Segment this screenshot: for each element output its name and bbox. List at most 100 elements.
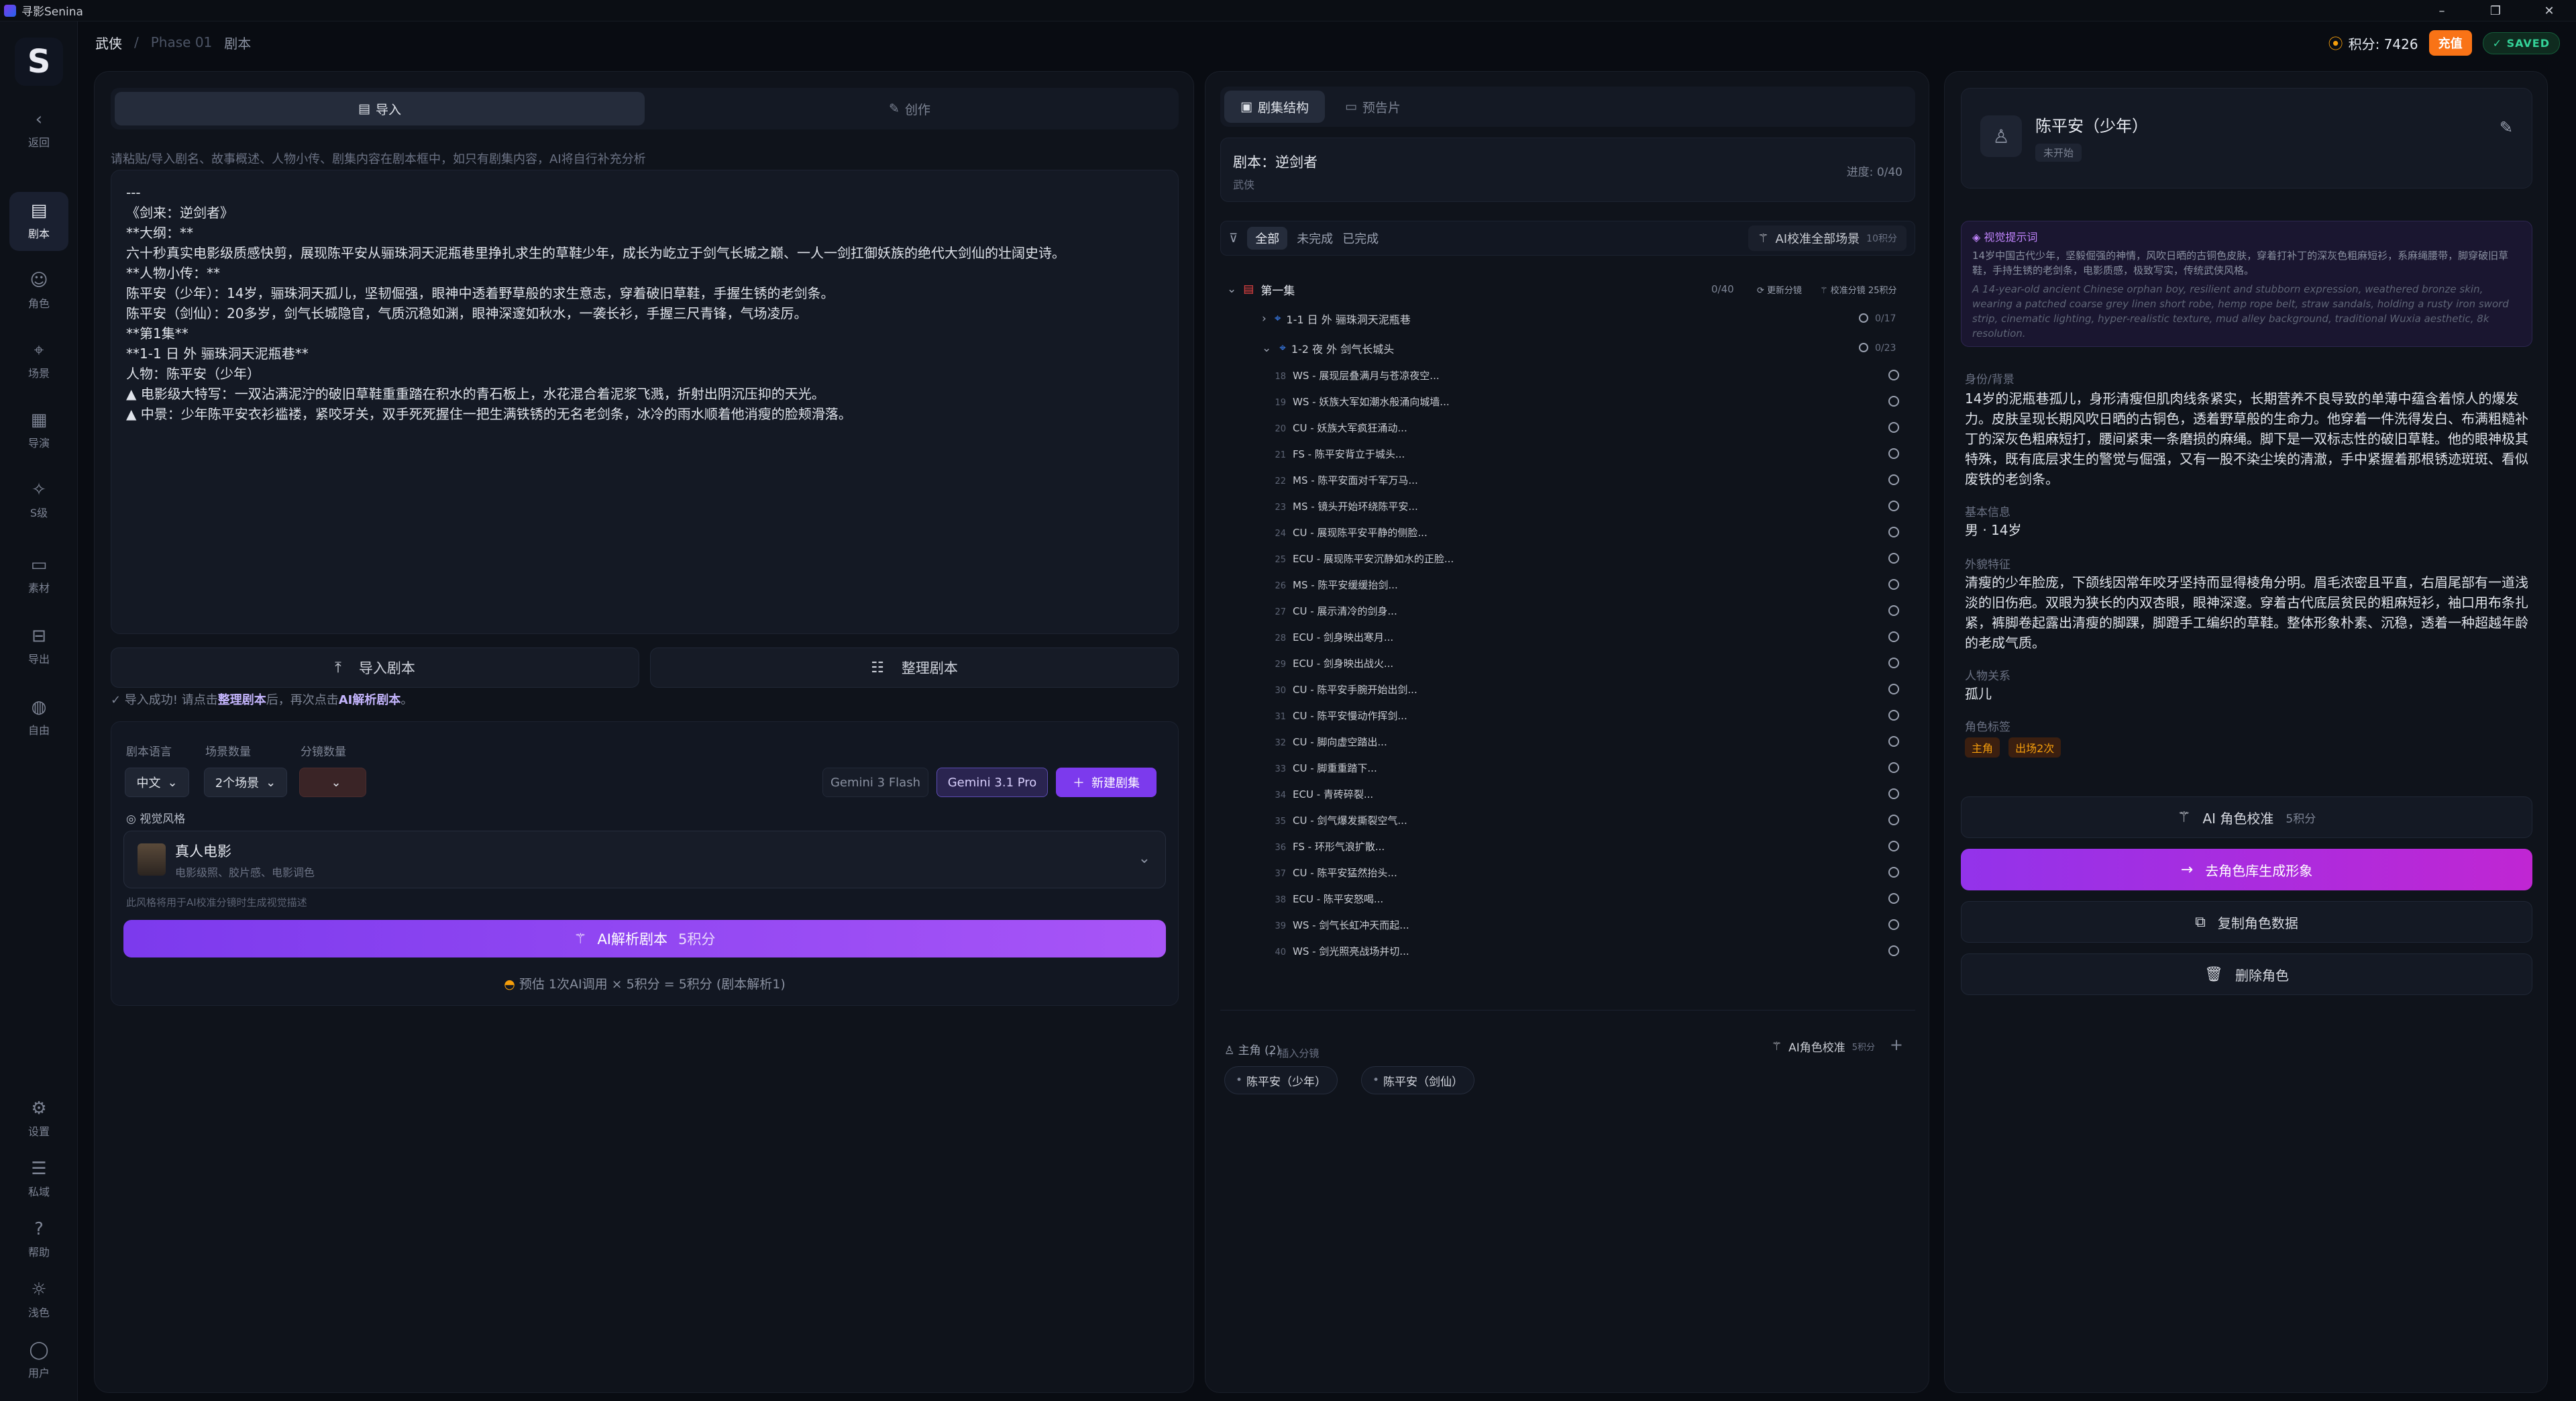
- model-gemini-flash[interactable]: Gemini 3 Flash: [822, 768, 928, 797]
- calibrate-all-scenes-button[interactable]: ⚚ AI校准全部场景 10积分: [1748, 225, 1907, 251]
- status-circle-icon[interactable]: [1888, 815, 1899, 825]
- status-circle-icon[interactable]: [1888, 422, 1899, 433]
- sidebar-item-assets[interactable]: ▭ 素材: [9, 546, 68, 605]
- shot-row[interactable]: 19 WS - 妖族大军如潮水般涌向城墙...: [1220, 391, 1915, 412]
- shot-row[interactable]: 31 CU - 陈平安慢动作挥剑...: [1220, 705, 1915, 726]
- tab-import[interactable]: ▤ 导入: [115, 92, 645, 125]
- status-circle-icon[interactable]: [1888, 501, 1899, 511]
- cast-calibrate-button[interactable]: ⚚ AI角色校准 5积分: [1772, 1038, 1875, 1055]
- magic-wand-icon: ⚚: [2177, 809, 2191, 826]
- episode-row[interactable]: ⌄ ▤ 第一集 0/40 ⟳ 更新分镜 ⚚ 校准分镜 25积分: [1220, 278, 1915, 300]
- ai-character-calibrate-button[interactable]: ⚚ AI 角色校准 5积分: [1961, 796, 2532, 838]
- copy-character-button[interactable]: ⧉ 复制角色数据: [1961, 901, 2532, 943]
- shot-row[interactable]: 23 MS - 镜头开始环绕陈平安...: [1220, 495, 1915, 517]
- status-circle-icon[interactable]: [1888, 684, 1899, 694]
- minimize-button[interactable]: –: [2415, 0, 2469, 21]
- sidebar-item-help[interactable]: ? 帮助: [9, 1210, 68, 1269]
- cast-chip[interactable]: • 陈平安（少年）: [1224, 1066, 1338, 1094]
- visual-style-select[interactable]: 真人电影 电影级照、胶片感、电影调色 ⌄: [123, 831, 1166, 888]
- shot-row[interactable]: 28 ECU - 剑身映出寒月...: [1220, 626, 1915, 647]
- sidebar-item-director[interactable]: ▦ 导演: [9, 401, 68, 460]
- status-circle-icon[interactable]: [1888, 370, 1899, 380]
- shot-row[interactable]: 30 CU - 陈平安手腕开始出剑...: [1220, 678, 1915, 700]
- shot-row[interactable]: 37 CU - 陈平安猛然抬头...: [1220, 862, 1915, 883]
- status-circle-icon[interactable]: [1888, 841, 1899, 851]
- shot-row[interactable]: 34 ECU - 青砖碎裂...: [1220, 783, 1915, 805]
- shot-row[interactable]: 36 FS - 环形气浪扩散...: [1220, 835, 1915, 857]
- generate-character-image-button[interactable]: → 去角色库生成形象: [1961, 849, 2532, 890]
- sidebar-item-theme[interactable]: ☼ 浅色: [9, 1271, 68, 1330]
- sidebar-item-user[interactable]: ◯ 用户: [9, 1331, 68, 1390]
- organize-script-button[interactable]: ☷ 整理剧本: [650, 647, 1179, 688]
- filter-incomplete[interactable]: 未完成: [1297, 229, 1333, 247]
- status-circle-icon[interactable]: [1888, 579, 1899, 590]
- shot-row[interactable]: 20 CU - 妖族大军疯狂涌动...: [1220, 417, 1915, 438]
- shot-text: 36 FS - 环形气浪扩散...: [1267, 839, 1385, 853]
- language-select[interactable]: 中文 ⌄: [125, 768, 189, 797]
- shot-row[interactable]: 26 MS - 陈平安缓缓抬剑...: [1220, 574, 1915, 595]
- shot-row[interactable]: 40 WS - 剑光照亮战场并切...: [1220, 940, 1915, 962]
- shot-row[interactable]: 27 CU - 展示清冷的剑身...: [1220, 600, 1915, 621]
- add-cast-button[interactable]: +: [1890, 1035, 1903, 1054]
- shot-row[interactable]: 38 ECU - 陈平安怒喝...: [1220, 888, 1915, 909]
- shot-row[interactable]: 24 CU - 展现陈平安平静的侧脸...: [1220, 521, 1915, 543]
- status-circle-icon[interactable]: [1888, 605, 1899, 616]
- shot-row[interactable]: 21 FS - 陈平安背立于城头...: [1220, 443, 1915, 464]
- status-circle-icon[interactable]: [1888, 631, 1899, 642]
- status-circle-icon[interactable]: [1888, 893, 1899, 904]
- script-textarea[interactable]: --- 《剑来：逆剑者》 **大纲：** 六十秒真实电影级质感快剪，展现陈平安从…: [111, 170, 1179, 634]
- status-circle-icon[interactable]: [1888, 658, 1899, 668]
- sidebar-item-scenes[interactable]: ⌖ 场景: [9, 331, 68, 391]
- shot-row[interactable]: 22 MS - 陈平安面对千军万马...: [1220, 469, 1915, 490]
- import-script-button[interactable]: ⤒ 导入剧本: [111, 647, 639, 688]
- shot-row[interactable]: 29 ECU - 剑身映出战火...: [1220, 652, 1915, 674]
- shot-row[interactable]: 33 CU - 脚重重踏下...: [1220, 757, 1915, 778]
- status-circle-icon[interactable]: [1888, 762, 1899, 773]
- recharge-button[interactable]: 充值: [2428, 30, 2472, 56]
- status-circle-icon[interactable]: [1888, 919, 1899, 930]
- status-circle-icon[interactable]: [1888, 788, 1899, 799]
- scene-row[interactable]: ⌄ ⌖ 1-2 夜 外 剑气长城头 0/23: [1220, 338, 1915, 359]
- filter-complete[interactable]: 已完成: [1342, 229, 1379, 247]
- status-circle-icon[interactable]: [1888, 474, 1899, 485]
- maximize-button[interactable]: ❐: [2469, 0, 2522, 21]
- shot-row[interactable]: 39 WS - 剑气长虹冲天而起...: [1220, 914, 1915, 935]
- breadcrumb-project[interactable]: 武侠: [95, 33, 122, 52]
- ai-parse-script-button[interactable]: ⚚ AI解析剧本 5积分: [123, 920, 1166, 957]
- status-circle-icon[interactable]: [1888, 553, 1899, 564]
- update-shots-button[interactable]: ⟳ 更新分镜: [1757, 283, 1802, 296]
- new-episode-button[interactable]: ＋ 新建剧集: [1056, 768, 1157, 797]
- tab-episode-structure[interactable]: ▣ 剧集结构: [1224, 91, 1325, 123]
- status-circle-icon[interactable]: [1888, 945, 1899, 956]
- sidebar-item-private[interactable]: ☰ 私域: [9, 1150, 68, 1209]
- status-circle-icon[interactable]: [1888, 710, 1899, 721]
- status-circle-icon[interactable]: [1888, 396, 1899, 407]
- tab-create[interactable]: ✎ 创作: [645, 92, 1175, 125]
- back-button[interactable]: ‹ 返回: [9, 101, 68, 160]
- calibrate-shots-button[interactable]: ⚚ 校准分镜 25积分: [1820, 283, 1896, 296]
- status-circle-icon[interactable]: [1888, 448, 1899, 459]
- sidebar-item-script[interactable]: ▤ 剧本: [9, 192, 68, 251]
- status-circle-icon[interactable]: [1888, 867, 1899, 878]
- filter-all[interactable]: 全部: [1247, 227, 1288, 250]
- status-circle-icon[interactable]: [1888, 736, 1899, 747]
- sidebar-item-settings[interactable]: ⚙ 设置: [9, 1090, 68, 1149]
- tab-trailer[interactable]: ▭ 预告片: [1329, 91, 1417, 123]
- close-window-button[interactable]: ✕: [2522, 0, 2576, 21]
- status-circle-icon[interactable]: [1888, 527, 1899, 537]
- sidebar-item-export[interactable]: ⊟ 导出: [9, 617, 68, 676]
- sidebar-item-s-level[interactable]: ✧ S级: [9, 471, 68, 530]
- delete-character-button[interactable]: 🗑 删除角色: [1961, 953, 2532, 995]
- scene-row[interactable]: › ⌖ 1-1 日 外 骊珠洞天泥瓶巷 0/17: [1220, 308, 1915, 329]
- shot-row[interactable]: 32 CU - 脚向虚空踏出...: [1220, 731, 1915, 752]
- sidebar-item-characters[interactable]: ☺ 角色: [9, 262, 68, 321]
- shot-row[interactable]: 35 CU - 剑气爆发撕裂空气...: [1220, 809, 1915, 831]
- model-gemini-pro[interactable]: Gemini 3.1 Pro: [936, 768, 1048, 797]
- sidebar-item-free[interactable]: ◍ 自由: [9, 688, 68, 747]
- shot-count-select[interactable]: ⌄: [299, 768, 366, 797]
- edit-icon[interactable]: ✎: [2500, 118, 2513, 137]
- shot-row[interactable]: 25 ECU - 展现陈平安沉静如水的正脸...: [1220, 548, 1915, 569]
- shot-row[interactable]: 18 WS - 展现层叠满月与苍凉夜空...: [1220, 364, 1915, 386]
- cast-chip[interactable]: • 陈平安（剑仙）: [1361, 1066, 1475, 1094]
- scene-count-select[interactable]: 2个场景 ⌄: [204, 768, 287, 797]
